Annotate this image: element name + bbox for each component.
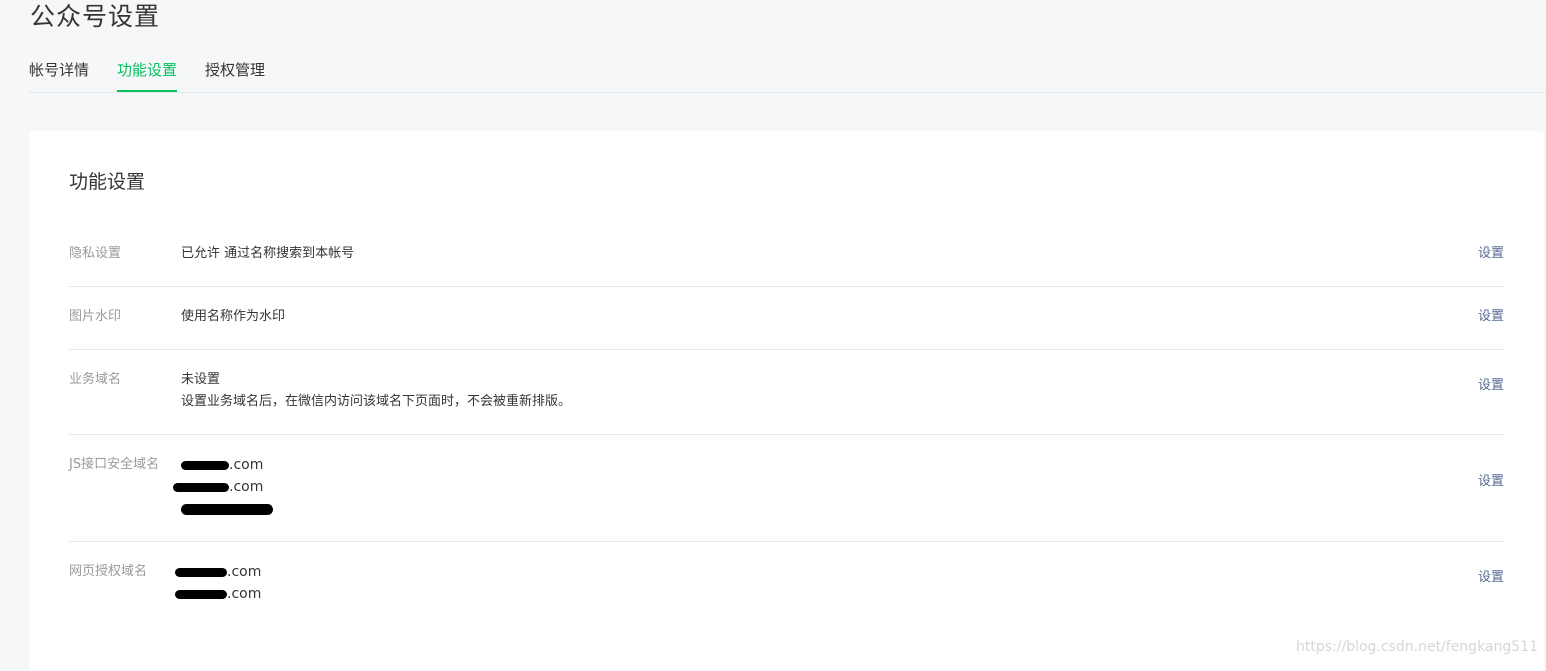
page-title: 公众号设置 (30, 2, 161, 31)
domain-entry: .com (177, 454, 273, 476)
settings-row-privacy: 隐私设置 已允许 通过名称搜索到本帐号 设置 (69, 231, 1504, 287)
row-value: 已允许 通过名称搜索到本帐号 (181, 243, 354, 265)
settings-row-business-domain: 业务域名 未设置 设置业务域名后，在微信内访问该域名下页面时，不会被重新排版。 … (69, 349, 1504, 435)
row-label: 业务域名 (69, 372, 122, 387)
row-value: .com .com (173, 454, 273, 520)
settings-card: 功能设置 隐私设置 已允许 通过名称搜索到本帐号 设置 图片水印 使用名称作为水… (29, 131, 1544, 671)
domain-entry (177, 498, 273, 520)
redaction-mark (173, 482, 229, 492)
domain-entry: .com (175, 561, 262, 583)
domain-suffix: .com (227, 586, 262, 602)
domain-suffix: .com (229, 457, 264, 473)
row-value: 未设置 设置业务域名后，在微信内访问该域名下页面时，不会被重新排版。 (181, 369, 571, 413)
tab-bar: 帐号详情 功能设置 授权管理 (29, 56, 1546, 93)
watermark-settings-link[interactable]: 设置 (1478, 307, 1504, 327)
redaction-mark (175, 567, 227, 577)
privacy-settings-link[interactable]: 设置 (1478, 244, 1504, 264)
domain-entry: .com (173, 476, 273, 498)
redaction-mark (181, 503, 273, 515)
domain-suffix: .com (229, 479, 264, 495)
watermark-text: https://blog.csdn.net/fengkang511 (1296, 639, 1538, 655)
tab-authorization-management[interactable]: 授权管理 (205, 56, 265, 90)
row-value-note: 设置业务域名后，在微信内访问该域名下页面时，不会被重新排版。 (181, 394, 572, 409)
row-label: 图片水印 (69, 309, 122, 324)
domain-suffix: .com (227, 564, 262, 580)
redaction-mark (181, 460, 229, 470)
tab-account-details[interactable]: 帐号详情 (29, 56, 89, 90)
row-value-line: 使用名称作为水印 (181, 309, 286, 324)
row-value: 使用名称作为水印 (181, 306, 285, 328)
tab-feature-settings[interactable]: 功能设置 (117, 56, 178, 92)
row-label: JS接口安全域名 (69, 457, 160, 472)
settings-row-image-watermark: 图片水印 使用名称作为水印 设置 (69, 286, 1504, 350)
row-value-line: 未设置 (181, 372, 221, 387)
row-value: .com .com (175, 561, 262, 605)
web-auth-domain-settings-link[interactable]: 设置 (1478, 568, 1504, 588)
settings-row-js-api-domain: JS接口安全域名 .com .com 设置 (69, 434, 1504, 542)
card-title: 功能设置 (69, 171, 146, 193)
business-domain-settings-link[interactable]: 设置 (1478, 376, 1504, 396)
row-label: 隐私设置 (69, 246, 122, 261)
settings-row-web-auth-domain: 网页授权域名 .com .com 设置 (69, 541, 1504, 631)
row-value-line: 已允许 通过名称搜索到本帐号 (181, 246, 355, 261)
row-label: 网页授权域名 (69, 564, 148, 579)
domain-entry: .com (175, 583, 262, 605)
js-api-domain-settings-link[interactable]: 设置 (1478, 472, 1504, 492)
redaction-mark (175, 589, 227, 599)
